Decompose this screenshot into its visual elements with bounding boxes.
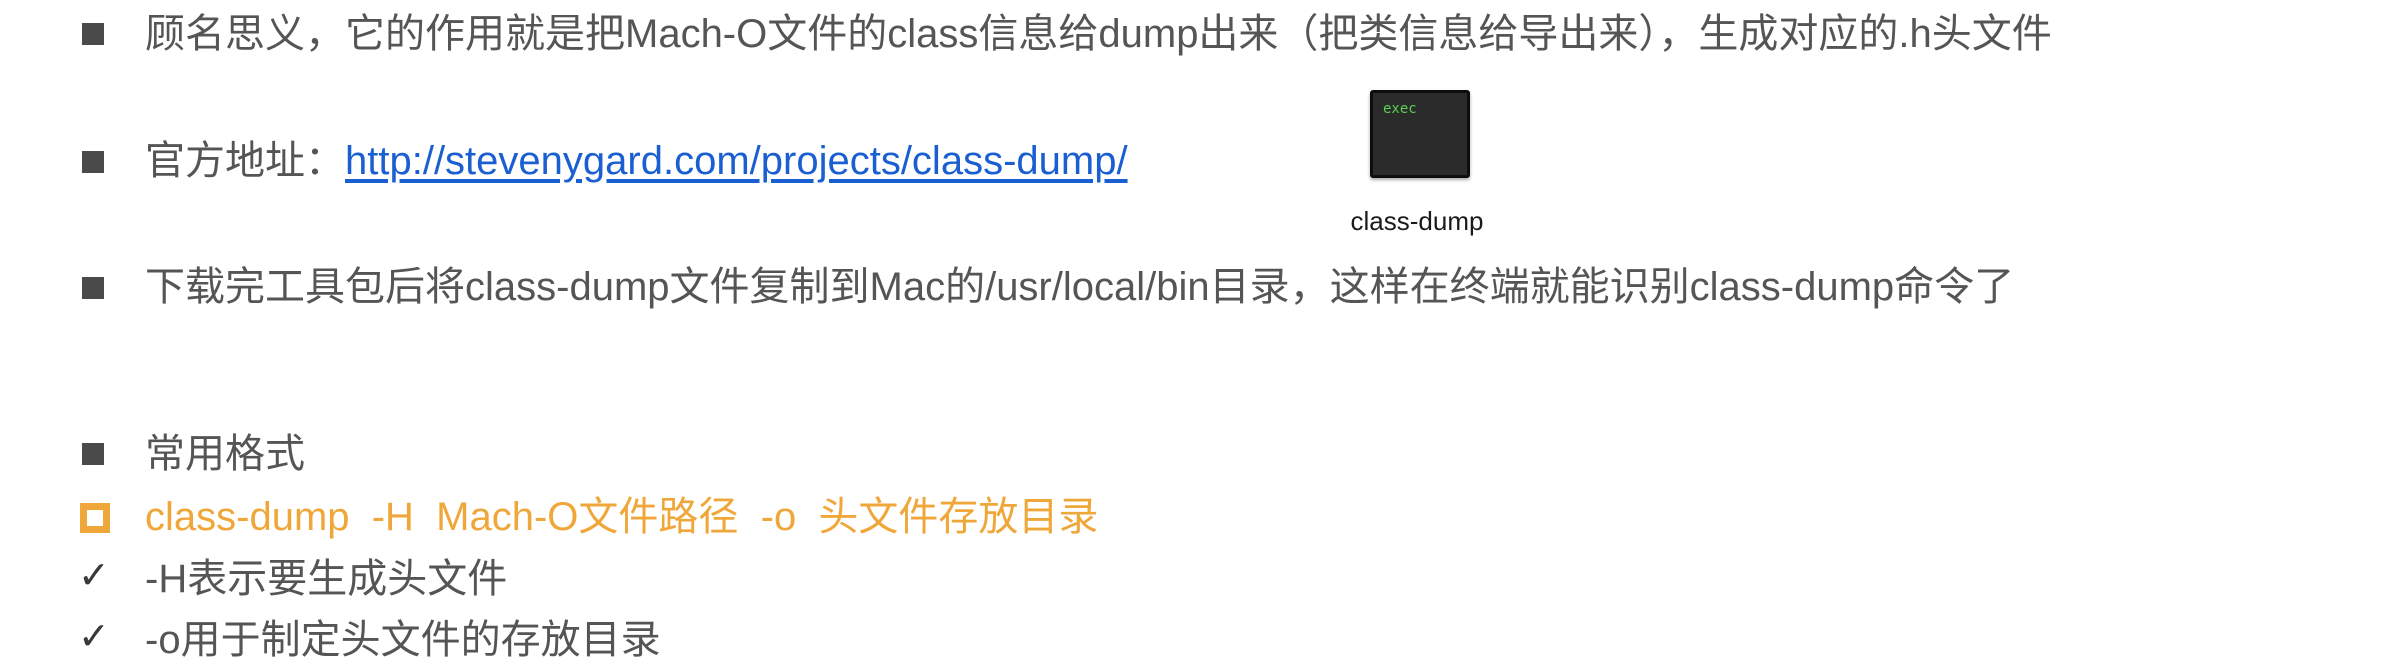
o-option-text: -o用于制定头文件的存放目录 <box>145 618 661 662</box>
terminal-exec-icon[interactable]: exec <box>1370 90 1470 178</box>
h-option-text: -H表示要生成头文件 <box>145 557 508 601</box>
square-bullet-icon <box>82 277 104 299</box>
check-icon: ✓ <box>78 553 110 597</box>
common-format-heading: 常用格式 <box>145 432 305 476</box>
hollow-square-bullet-icon <box>80 503 110 533</box>
official-site-label: 官方地址： <box>145 139 345 183</box>
official-site-line: 官方地址：http://stevenygard.com/projects/cla… <box>145 141 1128 181</box>
square-bullet-icon <box>82 23 104 45</box>
command-syntax: class-dump -H Mach-O文件路径 -o 头文件存放目录 <box>145 495 1099 539</box>
official-site-link[interactable]: http://stevenygard.com/projects/class-du… <box>345 139 1128 183</box>
description-text: 顾名思义，它的作用就是把Mach-O文件的class信息给dump出来（把类信息… <box>145 12 2052 56</box>
install-text: 下载完工具包后将class-dump文件复制到Mac的/usr/local/bi… <box>145 265 2015 309</box>
check-icon: ✓ <box>78 614 110 658</box>
square-bullet-icon <box>82 443 104 465</box>
square-bullet-icon <box>82 151 104 173</box>
file-icon-caption: class-dump <box>1350 206 1484 236</box>
exec-badge: exec <box>1383 101 1417 117</box>
